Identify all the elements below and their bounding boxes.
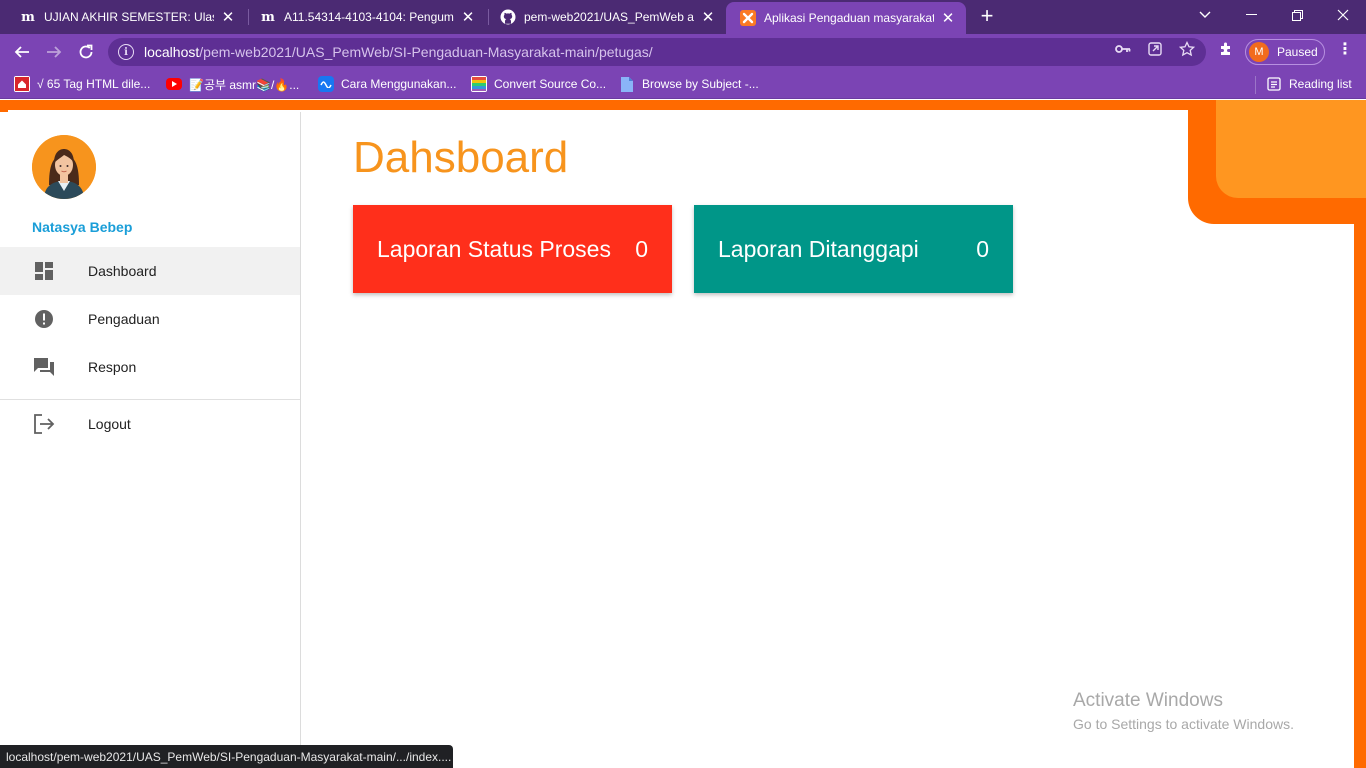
reload-icon[interactable] xyxy=(74,40,98,64)
moodle-icon: m xyxy=(21,9,35,25)
tab-label: UJIAN AKHIR SEMESTER: Ulasan percobaan xyxy=(44,10,214,24)
close-window-button[interactable] xyxy=(1320,0,1366,30)
logout-icon xyxy=(32,412,56,436)
browser-tab-aplikasi[interactable]: Aplikasi Pengaduan masyarakat ✕ xyxy=(726,2,966,34)
close-icon[interactable]: ✕ xyxy=(220,8,236,26)
browser-tab-pengumpulan[interactable]: m A11.54314-4103-4104: Pengumpulan ✕ xyxy=(246,0,486,34)
bookmarks-separator xyxy=(1255,76,1256,94)
browser-tab-strip: m UJIAN AKHIR SEMESTER: Ulasan percobaan… xyxy=(0,0,1366,34)
back-arrow-icon[interactable] xyxy=(10,40,34,64)
sidebar-item-label: Respon xyxy=(88,359,137,375)
url-path: /pem-web2021/UAS_PemWeb/SI-Pengaduan-Mas… xyxy=(199,44,653,60)
xampp-icon xyxy=(740,10,756,26)
dashboard-icon xyxy=(32,259,56,283)
sidebar-item-label: Logout xyxy=(88,416,131,432)
site-info-icon[interactable]: i xyxy=(118,44,134,60)
forum-icon xyxy=(32,355,56,379)
watermark-title: Activate Windows xyxy=(1073,690,1223,711)
close-icon[interactable]: ✕ xyxy=(460,8,476,26)
new-tab-button[interactable]: + xyxy=(976,4,998,30)
bookmark-star-icon[interactable] xyxy=(1178,40,1196,58)
url-host: localhost xyxy=(144,44,200,60)
bookmark-label: Cara Menggunakan... xyxy=(341,77,457,91)
alert-icon xyxy=(32,307,56,331)
minimize-button[interactable] xyxy=(1228,0,1274,30)
address-url: localhost/pem-web2021/UAS_PemWeb/SI-Peng… xyxy=(144,44,653,60)
card-count: 0 xyxy=(976,235,989,262)
bookmark-item[interactable]: Cara Menggunakan... xyxy=(318,75,456,93)
home-icon xyxy=(14,76,30,92)
sidebar-item-pengaduan[interactable]: Pengaduan xyxy=(0,295,300,343)
restore-button[interactable] xyxy=(1274,0,1320,30)
browser-tab-github[interactable]: pem-web2021/UAS_PemWeb at main ✕ xyxy=(486,0,726,34)
extensions-puzzle-icon[interactable] xyxy=(1217,40,1235,58)
bookmark-item[interactable]: Browse by Subject -... xyxy=(619,75,759,93)
card-laporan-status-proses[interactable]: Laporan Status Proses 0 xyxy=(353,205,672,293)
tab-label: pem-web2021/UAS_PemWeb at main xyxy=(524,10,694,24)
sidebar-item-respon[interactable]: Respon xyxy=(0,343,300,391)
watermark-subtitle: Go to Settings to activate Windows. xyxy=(1073,716,1294,732)
link-status-bar: localhost/pem-web2021/UAS_PemWeb/SI-Peng… xyxy=(0,745,453,768)
profile-button[interactable]: M Paused xyxy=(1245,39,1325,65)
sidebar-item-dashboard[interactable]: Dashboard xyxy=(0,247,300,295)
close-icon[interactable]: ✕ xyxy=(700,8,716,26)
avatar xyxy=(32,135,96,199)
browser-toolbar: i localhost/pem-web2021/UAS_PemWeb/SI-Pe… xyxy=(0,34,1366,70)
page-title: Dahsboard xyxy=(353,133,569,182)
close-icon[interactable]: ✕ xyxy=(940,9,956,27)
bookmark-label: √ 65 Tag HTML dile... xyxy=(37,77,151,91)
rainbow-icon xyxy=(471,76,487,92)
card-laporan-ditanggapi[interactable]: Laporan Ditanggapi 0 xyxy=(694,205,1013,293)
forward-arrow-icon[interactable] xyxy=(42,40,66,64)
tab-label: Aplikasi Pengaduan masyarakat xyxy=(764,11,934,25)
document-icon xyxy=(619,76,635,92)
tab-search-chevron-icon[interactable] xyxy=(1182,0,1228,30)
bookmark-label: Browse by Subject -... xyxy=(642,77,759,91)
decor-top-right-shape-inner xyxy=(1216,100,1366,198)
moodle-icon: m xyxy=(261,9,275,25)
windows-activation-watermark: Activate Windows Go to Settings to activ… xyxy=(1073,690,1294,732)
bookmarks-bar: √ 65 Tag HTML dile... 📝공부 asmr📚/🔥... Car… xyxy=(0,70,1366,99)
sidebar-item-label: Pengaduan xyxy=(88,311,160,327)
user-name: Natasya Bebep xyxy=(32,219,133,235)
key-icon[interactable] xyxy=(1114,40,1132,58)
share-icon[interactable] xyxy=(1146,40,1164,58)
profile-avatar: M xyxy=(1249,42,1269,62)
reading-list-button[interactable]: Reading list xyxy=(1266,75,1352,93)
bookmark-item[interactable]: 📝공부 asmr📚/🔥... xyxy=(166,75,299,93)
card-label: Laporan Ditanggapi xyxy=(718,235,919,262)
wave-icon xyxy=(318,76,334,92)
sidebar-item-logout[interactable]: Logout xyxy=(0,400,300,448)
bookmark-label: Convert Source Co... xyxy=(494,77,607,91)
sidebar-item-label: Dashboard xyxy=(88,263,157,279)
youtube-icon xyxy=(166,78,182,90)
bookmark-item[interactable]: √ 65 Tag HTML dile... xyxy=(14,75,150,93)
address-bar[interactable]: i localhost/pem-web2021/UAS_PemWeb/SI-Pe… xyxy=(108,38,1206,66)
github-icon xyxy=(500,9,516,25)
browser-tab-ujian[interactable]: m UJIAN AKHIR SEMESTER: Ulasan percobaan… xyxy=(6,0,246,34)
card-count: 0 xyxy=(635,235,648,262)
reading-list-label: Reading list xyxy=(1289,77,1352,91)
bookmark-label: 📝공부 asmr📚/🔥... xyxy=(189,77,300,92)
card-label: Laporan Status Proses xyxy=(377,235,611,262)
reading-list-icon xyxy=(1266,76,1282,92)
kebab-menu-icon[interactable]: ⋮ xyxy=(1336,40,1354,58)
bookmark-item[interactable]: Convert Source Co... xyxy=(471,75,606,93)
sidebar: Natasya Bebep Dashboard Pengaduan Respon… xyxy=(0,112,301,768)
tab-label: A11.54314-4103-4104: Pengumpulan xyxy=(284,10,454,24)
profile-status: Paused xyxy=(1277,45,1318,59)
